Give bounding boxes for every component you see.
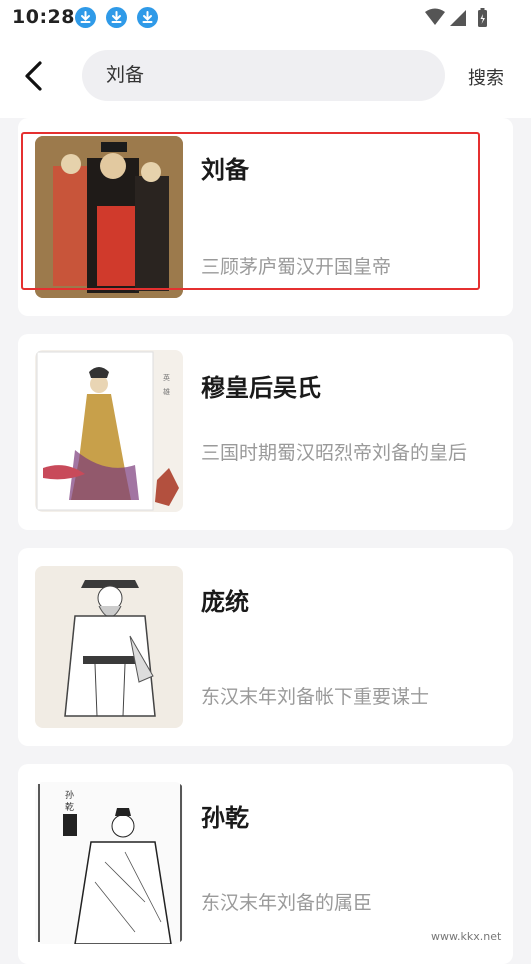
- status-bar: 10:28: [0, 0, 531, 36]
- highlight-box: [21, 132, 480, 290]
- svg-text:孙: 孙: [65, 789, 74, 801]
- result-description: 东汉末年刘备帐下重要谋士: [201, 686, 430, 708]
- download-icon: [75, 7, 96, 28]
- search-input[interactable]: 刘备: [106, 50, 144, 101]
- search-header: 刘备 搜索: [0, 36, 531, 118]
- result-title: 孙乾: [201, 804, 249, 832]
- svg-text:乾: 乾: [65, 801, 74, 813]
- status-icons: [423, 7, 493, 29]
- svg-text:英: 英: [163, 373, 170, 382]
- status-time: 10:28: [12, 6, 75, 28]
- download-icon: [137, 7, 158, 28]
- result-title: 庞统: [201, 588, 249, 616]
- portrait-image: 孙 乾: [35, 782, 183, 944]
- watermark-text: KK下载: [413, 897, 506, 926]
- download-icon: [106, 7, 127, 28]
- search-button[interactable]: 搜索: [468, 64, 504, 90]
- result-description: 三国时期蜀汉昭烈帝刘备的皇后: [201, 442, 468, 464]
- watermark: KK下载 www.kkx.net: [413, 892, 531, 944]
- watermark-url: www.kkx.net: [431, 930, 502, 943]
- wifi-icon: [425, 8, 445, 25]
- result-title: 穆皇后吴氏: [201, 374, 321, 402]
- back-arrow-icon[interactable]: [20, 60, 50, 92]
- portrait-image: 英 雄: [35, 350, 183, 512]
- svg-text:雄: 雄: [163, 387, 170, 396]
- result-card[interactable]: 庞统 东汉末年刘备帐下重要谋士: [18, 548, 513, 746]
- result-card[interactable]: 英 雄 穆皇后吴氏 三国时期蜀汉昭烈帝刘备的皇后: [18, 334, 513, 530]
- signal-icon: [450, 10, 466, 26]
- portrait-image: [35, 566, 183, 728]
- search-box[interactable]: 刘备: [82, 50, 445, 101]
